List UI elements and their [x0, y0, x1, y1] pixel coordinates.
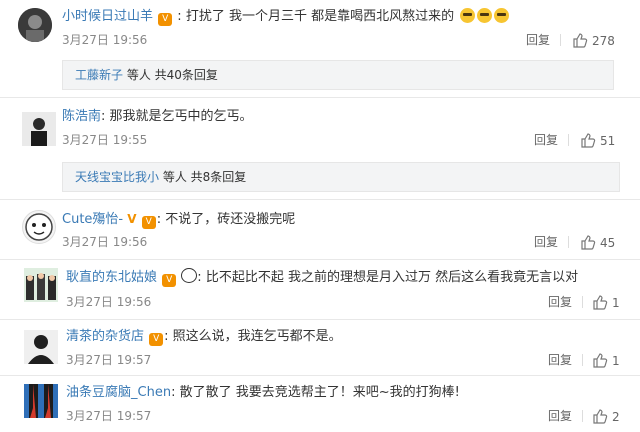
- reply-user[interactable]: 天线宝宝比我小: [75, 170, 159, 184]
- comment-line: 耿直的东北姑娘 V : 比不起比不起 我之前的理想是月入过万 然后这么看我竟无言…: [66, 268, 579, 287]
- divider: [582, 410, 583, 422]
- like-count: 278: [592, 34, 615, 48]
- comment-text: 那我就是乞丐中的乞丐。: [109, 109, 253, 124]
- divider: [568, 134, 569, 146]
- timestamp: 3月27日 19:55: [62, 133, 148, 147]
- like-button[interactable]: 1: [592, 352, 620, 369]
- comment-item: Cute殤怡- V V: 不说了，砖还没搬完呢 3月27日 19:56 回复 4…: [0, 200, 640, 258]
- reply-count: 等人 共40条回复: [123, 68, 218, 82]
- vip-badge-icon: V: [158, 13, 173, 26]
- like-button[interactable]: 278: [572, 32, 615, 49]
- like-button[interactable]: 51: [580, 132, 615, 149]
- grin-emoji-icon: [477, 8, 493, 23]
- username[interactable]: Cute殤怡-: [62, 212, 123, 227]
- divider: [568, 236, 569, 248]
- timestamp: 3月27日 19:56: [66, 295, 152, 309]
- username[interactable]: 油条豆腐脑_Chen: [66, 385, 171, 400]
- username[interactable]: 陈浩南: [62, 109, 101, 124]
- verified-v-icon: V: [127, 212, 137, 226]
- timestamp: 3月27日 19:57: [66, 409, 152, 423]
- like-count: 1: [612, 296, 620, 310]
- comment-item: 清茶的杂货店 V: 照这么说，我连乞丐都不是。 3月27日 19:57 回复 1: [0, 320, 640, 374]
- comment-item: 耿直的东北姑娘 V : 比不起比不起 我之前的理想是月入过万 然后这么看我竟无言…: [0, 260, 640, 318]
- avatar[interactable]: [18, 8, 52, 42]
- thumbs-up-icon: [573, 33, 588, 48]
- comment-line: Cute殤怡- V V: 不说了，砖还没搬完呢: [62, 212, 296, 229]
- comment-text: 打扰了 我一个月三千 都是靠喝西北风熬过来的: [185, 9, 455, 24]
- vip-badge-icon: V: [162, 274, 177, 287]
- thumbs-up-icon: [593, 409, 608, 424]
- divider: [582, 354, 583, 366]
- comment-line: 清茶的杂货店 V: 照这么说，我连乞丐都不是。: [66, 329, 342, 346]
- reply-button[interactable]: 回复: [534, 234, 558, 250]
- reply-summary[interactable]: 天线宝宝比我小 等人 共8条回复: [62, 162, 620, 192]
- comment-item: 陈浩南: 那我就是乞丐中的乞丐。 3月27日 19:55 回复 51 天线宝宝比…: [0, 98, 640, 198]
- reply-user[interactable]: 工藤新子: [75, 68, 123, 82]
- like-count: 51: [600, 134, 616, 148]
- like-count: 45: [600, 236, 616, 250]
- reply-button[interactable]: 回复: [548, 352, 572, 368]
- comment-text: 散了散了 我要去竞选帮主了！来吧~我的打狗棒!: [179, 385, 460, 400]
- like-count: 1: [612, 354, 620, 368]
- divider: [582, 296, 583, 308]
- reply-button[interactable]: 回复: [534, 132, 558, 148]
- avatar[interactable]: [24, 330, 58, 364]
- avatar[interactable]: [22, 112, 56, 146]
- comment-text: 不说了，砖还没搬完呢: [165, 212, 296, 227]
- like-button[interactable]: 45: [580, 234, 615, 251]
- thumbs-up-icon: [593, 295, 608, 310]
- comment-item: 小时候日过山羊 V : 打扰了 我一个月三千 都是靠喝西北风熬过来的 3月27日…: [0, 0, 640, 96]
- timestamp: 3月27日 19:57: [66, 353, 152, 367]
- avatar[interactable]: [24, 268, 58, 302]
- divider: [560, 34, 561, 46]
- vip-badge-icon: V: [149, 333, 164, 346]
- username[interactable]: 小时候日过山羊: [62, 9, 153, 24]
- thumbs-up-icon: [593, 353, 608, 368]
- comment-line: 油条豆腐脑_Chen: 散了散了 我要去竞选帮主了！来吧~我的打狗棒!: [66, 385, 460, 400]
- reply-button[interactable]: 回复: [526, 32, 550, 48]
- comment-list: 小时候日过山羊 V : 打扰了 我一个月三千 都是靠喝西北风熬过来的 3月27日…: [0, 0, 640, 432]
- comment-text: 照这么说，我连乞丐都不是。: [172, 329, 342, 344]
- comment-item: 油条豆腐脑_Chen: 散了散了 我要去竞选帮主了！来吧~我的打狗棒! 3月27…: [0, 376, 640, 432]
- thumbs-up-icon: [581, 235, 596, 250]
- avatar[interactable]: [22, 210, 56, 244]
- grin-emoji-icon: [494, 8, 510, 23]
- vip-badge-icon: V: [141, 216, 156, 229]
- timestamp: 3月27日 19:56: [62, 235, 148, 249]
- comment-text: 比不起比不起 我之前的理想是月入过万 然后这么看我竟无言以对: [205, 270, 579, 285]
- timestamp: 3月27日 19:56: [62, 33, 148, 47]
- username[interactable]: 耿直的东北姑娘: [66, 270, 157, 285]
- reply-count: 等人 共8条回复: [159, 170, 247, 184]
- reply-button[interactable]: 回复: [548, 294, 572, 310]
- like-button[interactable]: 2: [592, 408, 620, 425]
- reply-summary[interactable]: 工藤新子 等人 共40条回复: [62, 60, 614, 90]
- like-button[interactable]: 1: [592, 294, 620, 311]
- comment-line: 小时候日过山羊 V : 打扰了 我一个月三千 都是靠喝西北风熬过来的: [62, 8, 510, 26]
- panda-emoji-icon: [181, 268, 198, 283]
- grin-emoji-icon: [460, 8, 476, 23]
- like-count: 2: [612, 410, 620, 424]
- reply-button[interactable]: 回复: [548, 408, 572, 424]
- avatar[interactable]: [24, 384, 58, 418]
- username[interactable]: 清茶的杂货店: [66, 329, 144, 344]
- comment-line: 陈浩南: 那我就是乞丐中的乞丐。: [62, 109, 253, 124]
- thumbs-up-icon: [581, 133, 596, 148]
